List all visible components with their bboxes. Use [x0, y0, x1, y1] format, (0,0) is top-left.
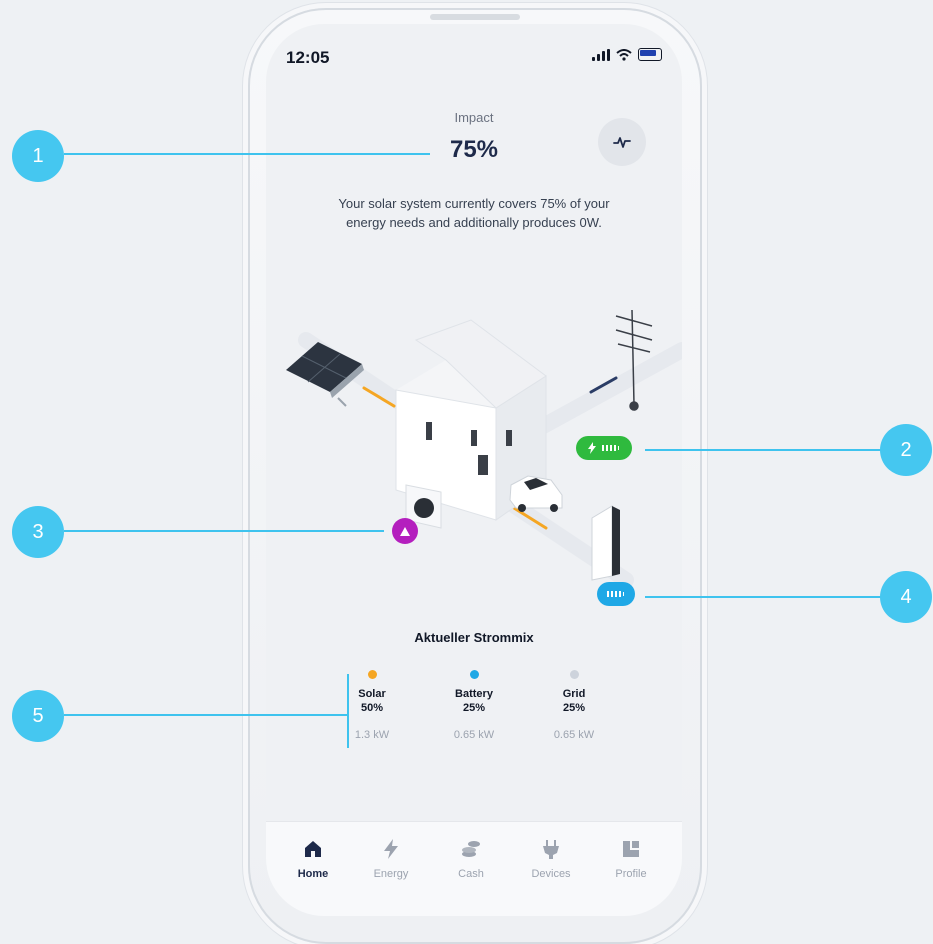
triangle-up-icon [400, 526, 410, 536]
mix-name: Grid [562, 688, 586, 700]
mix-percent: 25% [562, 702, 586, 714]
battery-dot [469, 670, 479, 679]
battery-level-icon [602, 445, 619, 451]
mix-name: Battery [455, 688, 493, 700]
app-screen: 12:05 Impact 75% Your solar system curre… [266, 24, 682, 916]
status-icons [592, 48, 662, 61]
pulse-icon [613, 137, 631, 148]
power-mix-title: Aktueller Strommix [414, 630, 534, 645]
tab-energy[interactable]: Energy [356, 836, 426, 880]
coins-icon [462, 841, 480, 857]
callout-line-2 [645, 449, 885, 451]
solar-panel-icon [286, 342, 364, 407]
tab-label: Profile [615, 868, 647, 880]
lightning-icon [588, 442, 596, 454]
mix-item-solar: Solar 50% 1.3 kW [332, 670, 412, 741]
callout-badge-1: 1 [12, 130, 64, 182]
grid-status-pill[interactable] [576, 436, 632, 460]
battery-status-icon [638, 48, 662, 61]
mix-power: 1.3 kW [354, 729, 390, 741]
home-battery-icon [591, 505, 620, 581]
car-icon [509, 475, 563, 512]
callout-line-3 [64, 530, 384, 532]
signal-icon [592, 48, 610, 61]
tab-label: Cash [458, 868, 484, 880]
mix-power: 0.65 kW [453, 729, 495, 741]
wifi-icon [616, 48, 632, 61]
status-time: 12:05 [286, 48, 330, 67]
tab-home[interactable]: Home [278, 836, 348, 880]
tab-cash[interactable]: Cash [436, 836, 506, 880]
profile-icon [623, 841, 639, 857]
heat-pump-status-dot[interactable] [392, 518, 418, 544]
mix-percent: 50% [360, 702, 384, 714]
impact-description: Your solar system currently covers 75% o… [338, 196, 610, 230]
callout-badge-5: 5 [12, 690, 64, 742]
grid-dot [569, 670, 579, 679]
tab-label: Home [297, 868, 329, 880]
callout-line-1 [64, 153, 430, 155]
plug-icon [543, 840, 559, 859]
battery-level-icon [607, 591, 624, 597]
mix-percent: 25% [462, 702, 486, 714]
mix-item-battery: Battery 25% 0.65 kW [434, 670, 514, 741]
tab-bar: Home Energy Cash Devices Profile [266, 821, 682, 916]
mix-power: 0.65 kW [553, 729, 595, 741]
tab-devices[interactable]: Devices [516, 836, 586, 880]
power-pylon-icon [615, 309, 653, 411]
callout-badge-2: 2 [880, 424, 932, 476]
solar-dot [367, 670, 377, 679]
callout-line-5 [64, 714, 349, 716]
activity-chart-button[interactable] [598, 118, 646, 166]
callout-bracket-5 [347, 674, 349, 748]
lightning-icon [384, 839, 398, 859]
tab-label: Energy [373, 868, 409, 880]
home-icon [305, 841, 321, 857]
callout-line-4 [645, 596, 885, 598]
tab-profile[interactable]: Profile [596, 836, 666, 880]
battery-status-pill[interactable] [597, 582, 635, 606]
speaker-notch [430, 14, 520, 20]
callout-badge-4: 4 [880, 571, 932, 623]
mix-item-grid: Grid 25% 0.65 kW [534, 670, 614, 741]
mix-name: Solar [358, 688, 386, 700]
tab-label: Devices [531, 868, 571, 880]
callout-badge-3: 3 [12, 506, 64, 558]
